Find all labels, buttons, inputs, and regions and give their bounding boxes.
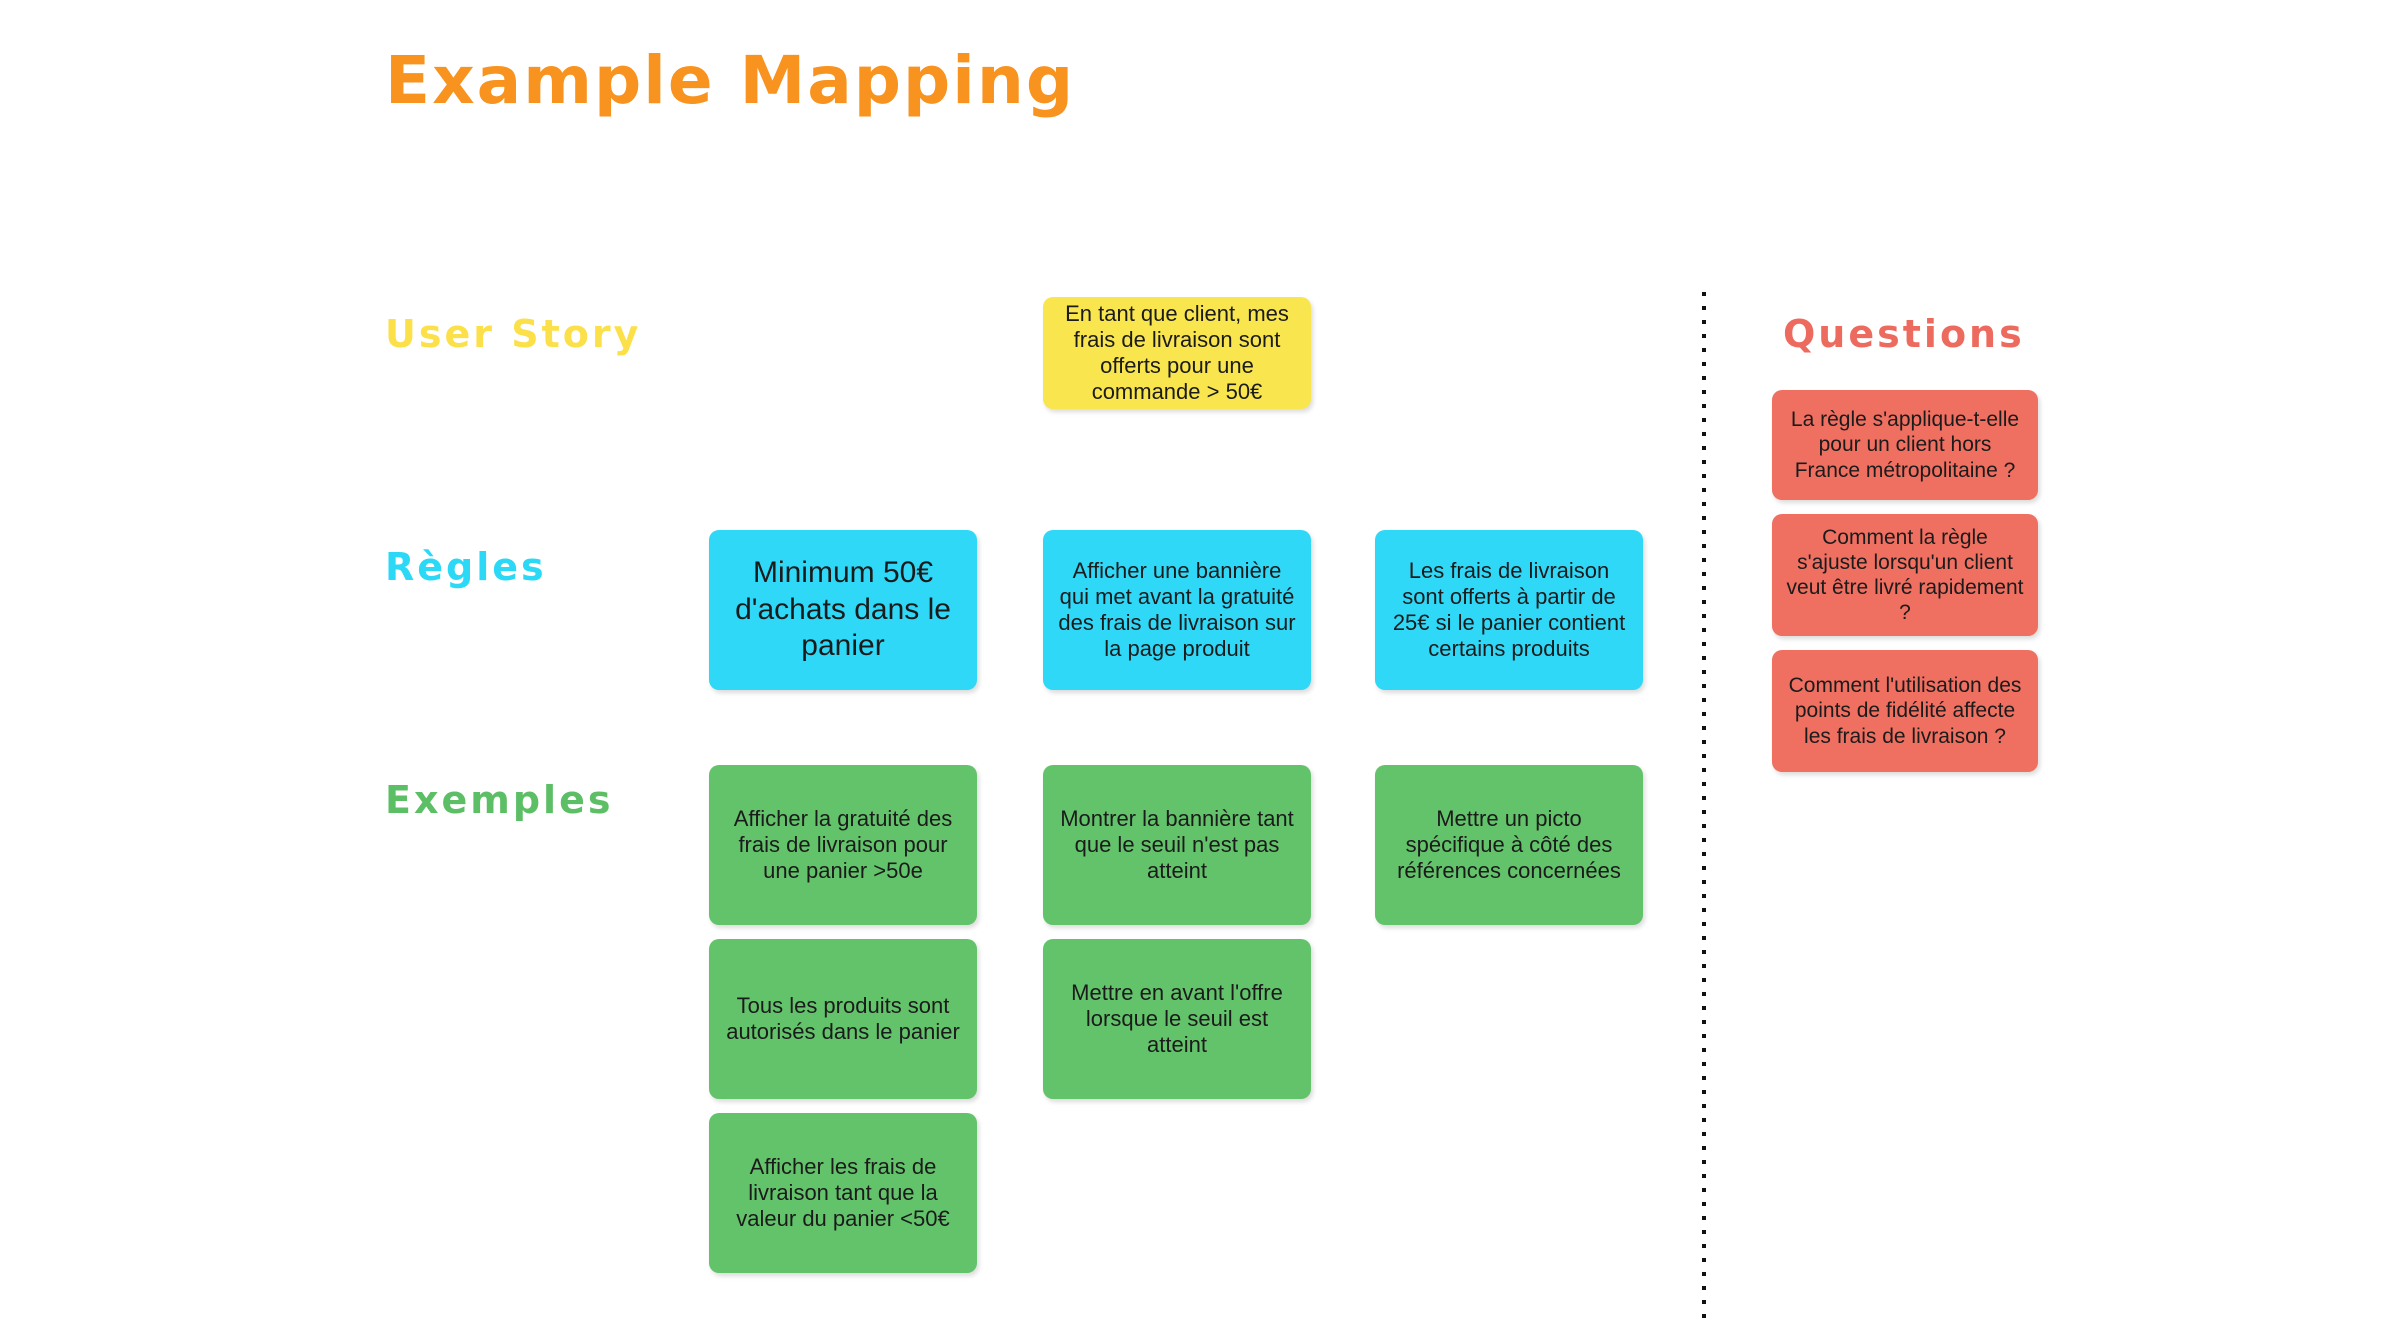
user-story-column: En tant que client, mes frais de livrais… <box>1043 297 1311 423</box>
example-card[interactable]: Afficher la gratuité des frais de livrai… <box>709 765 977 925</box>
card-text: Mettre un picto spécifique à côté des ré… <box>1397 806 1621 883</box>
examples-column-2: Montrer la bannière tant que le seuil n'… <box>1043 765 1311 1113</box>
dotted-divider <box>1702 292 1706 1327</box>
card-text: Comment la règle s'ajuste lorsqu'un clie… <box>1786 525 2024 625</box>
example-card[interactable]: Montrer la bannière tant que le seuil n'… <box>1043 765 1311 925</box>
rule-card[interactable]: Les frais de livraison sont offerts à pa… <box>1375 530 1643 690</box>
card-text: Tous les produits sont autorisés dans le… <box>726 993 960 1044</box>
row-label-rules: Règles <box>385 545 547 589</box>
card-text: Afficher la gratuité des frais de livrai… <box>733 806 953 883</box>
card-text: Les frais de livraison sont offerts à pa… <box>1392 558 1626 661</box>
page-title: Example Mapping <box>385 42 1076 119</box>
row-label-questions: Questions <box>1783 312 2025 356</box>
example-card[interactable]: Mettre un picto spécifique à côté des ré… <box>1375 765 1643 925</box>
card-text: Afficher une bannière qui met avant la g… <box>1058 558 1296 661</box>
rules-column-3: Les frais de livraison sont offerts à pa… <box>1375 530 1643 704</box>
card-text: En tant que client, mes frais de livrais… <box>1065 301 1289 404</box>
rule-card[interactable]: Minimum 50€ d'achats dans le panier <box>709 530 977 690</box>
example-card[interactable]: Afficher les frais de livraison tant que… <box>709 1113 977 1273</box>
row-label-user-story: User Story <box>385 312 642 356</box>
example-mapping-board: Example Mapping User Story Règles Exempl… <box>0 0 2400 1327</box>
card-text: Comment l'utilisation des points de fidé… <box>1788 674 2022 748</box>
card-text: Mettre en avant l'offre lorsque le seuil… <box>1071 980 1283 1057</box>
examples-column-1: Afficher la gratuité des frais de livrai… <box>709 765 977 1287</box>
card-text: La règle s'applique-t-elle pour un clien… <box>1790 408 2020 482</box>
rule-card[interactable]: Afficher une bannière qui met avant la g… <box>1043 530 1311 690</box>
card-text: Afficher les frais de livraison tant que… <box>736 1154 950 1231</box>
rules-column-1: Minimum 50€ d'achats dans le panier <box>709 530 977 704</box>
rules-column-2: Afficher une bannière qui met avant la g… <box>1043 530 1311 704</box>
question-card[interactable]: Comment l'utilisation des points de fidé… <box>1772 650 2038 772</box>
card-text: Minimum 50€ d'achats dans le panier <box>735 556 951 663</box>
questions-column: La règle s'applique-t-elle pour un clien… <box>1772 390 2038 786</box>
row-label-examples: Exemples <box>385 778 614 822</box>
question-card[interactable]: La règle s'applique-t-elle pour un clien… <box>1772 390 2038 500</box>
example-card[interactable]: Tous les produits sont autorisés dans le… <box>709 939 977 1099</box>
question-card[interactable]: Comment la règle s'ajuste lorsqu'un clie… <box>1772 514 2038 636</box>
card-text: Montrer la bannière tant que le seuil n'… <box>1060 806 1294 883</box>
example-card[interactable]: Mettre en avant l'offre lorsque le seuil… <box>1043 939 1311 1099</box>
user-story-card[interactable]: En tant que client, mes frais de livrais… <box>1043 297 1311 409</box>
examples-column-3: Mettre un picto spécifique à côté des ré… <box>1375 765 1643 939</box>
